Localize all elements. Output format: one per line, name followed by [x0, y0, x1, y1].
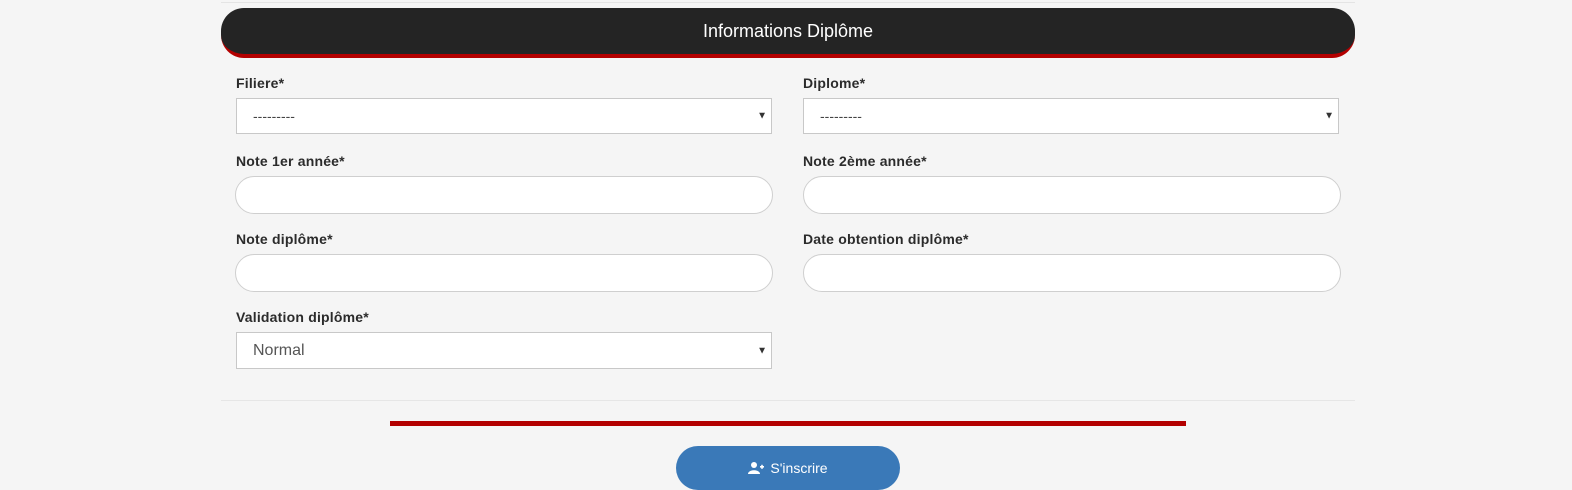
diplome-label: Diplome* — [803, 75, 866, 91]
filiere-selected-value: --------- — [253, 108, 295, 124]
date-obtention-input[interactable] — [803, 254, 1341, 292]
filiere-label: Filiere* — [236, 75, 285, 91]
red-separator — [390, 421, 1186, 426]
note-1er-annee-label: Note 1er année* — [236, 153, 345, 169]
note-diplome-label: Note diplôme* — [236, 231, 333, 247]
note-1er-annee-input[interactable] — [235, 176, 773, 214]
bottom-divider — [221, 400, 1355, 401]
validation-diplome-select[interactable]: Normal ▼ — [236, 332, 772, 369]
validation-diplome-label: Validation diplôme* — [236, 309, 369, 325]
date-obtention-label: Date obtention diplôme* — [803, 231, 969, 247]
note-2eme-annee-input[interactable] — [803, 176, 1341, 214]
user-plus-icon — [748, 462, 765, 474]
chevron-down-icon: ▼ — [1324, 110, 1334, 122]
chevron-down-icon: ▼ — [757, 110, 767, 122]
top-divider — [221, 2, 1355, 3]
section-header: Informations Diplôme — [221, 8, 1355, 58]
note-2eme-annee-label: Note 2ème année* — [803, 153, 927, 169]
section-title: Informations Diplôme — [702, 20, 874, 41]
filiere-select[interactable]: --------- ▼ — [236, 98, 772, 134]
signup-button-label: S'inscrire — [770, 460, 828, 476]
signup-button[interactable]: S'inscrire — [676, 446, 900, 490]
diplome-selected-value: --------- — [820, 108, 862, 124]
note-diplome-input[interactable] — [235, 254, 773, 292]
chevron-down-icon: ▼ — [757, 345, 767, 356]
diplome-select[interactable]: --------- ▼ — [803, 98, 1339, 134]
validation-selected-value: Normal — [253, 341, 305, 359]
